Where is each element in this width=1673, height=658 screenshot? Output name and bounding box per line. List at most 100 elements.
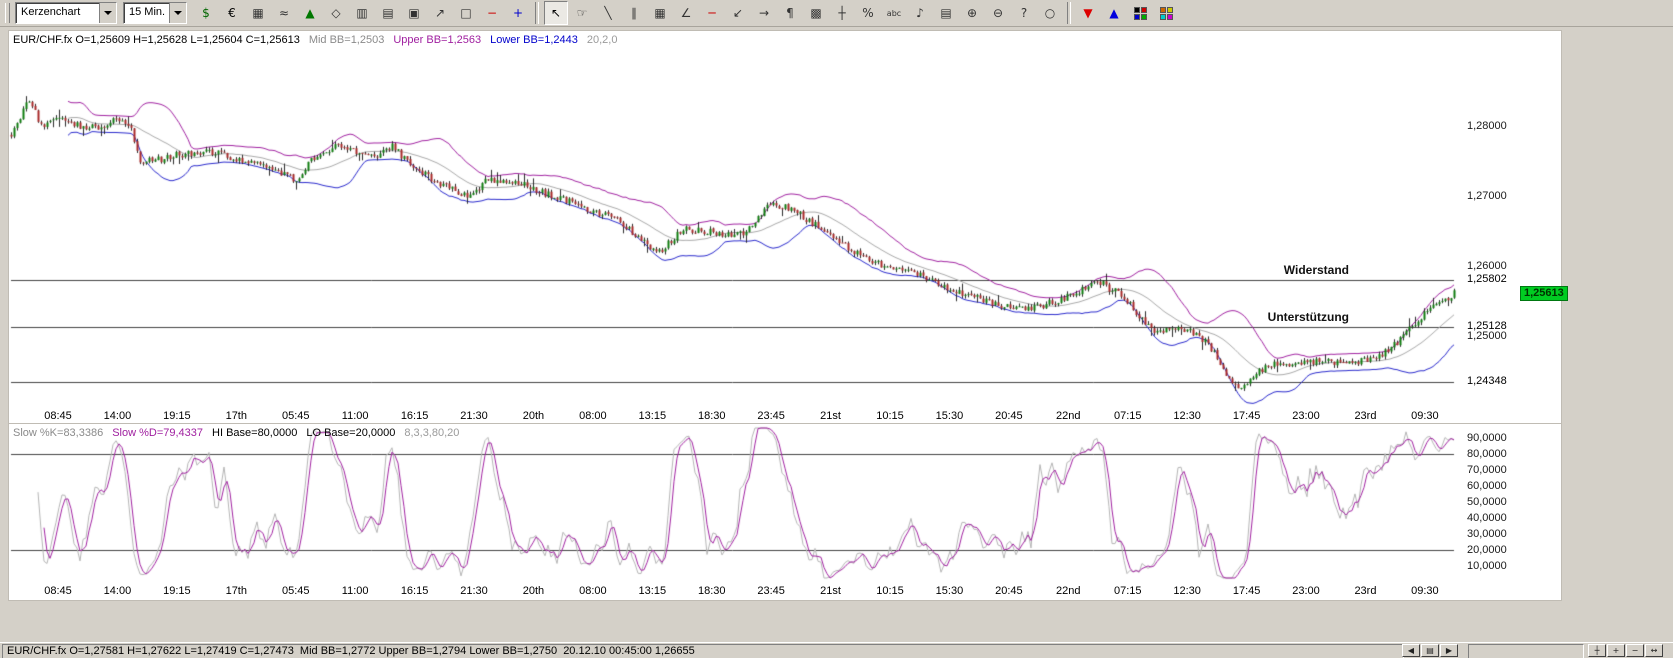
level-name-label[interactable]: Widerstand — [1159, 263, 1349, 277]
color-palette-2-icon[interactable] — [1154, 1, 1178, 25]
area-chart-icon[interactable]: ▲ — [298, 1, 322, 25]
crosshair-tool-icon[interactable]: ┼ — [830, 1, 854, 25]
time-label: 07:15 — [1114, 410, 1142, 422]
text-note-tool-icon[interactable]: ¶ — [778, 1, 802, 25]
time-label: 10:15 — [876, 410, 904, 422]
print-icon[interactable]: ▤ — [376, 1, 400, 25]
alert-bell-icon[interactable]: ♪ — [908, 1, 932, 25]
time-label: 23:00 — [1292, 410, 1320, 422]
abc-label-tool-icon[interactable]: abc — [882, 1, 906, 25]
status-text: EUR/CHF.fx O=1,27581 H=1,27622 L=1,27419… — [2, 644, 1404, 658]
time-label: 23:45 — [757, 585, 785, 597]
zoom-out-tool-icon[interactable]: ⊖ — [986, 1, 1010, 25]
stoch-scale-label: 20,0000 — [1467, 544, 1507, 556]
time-label: 19:15 — [163, 410, 191, 422]
header-segment: Upper BB=1,2563 — [393, 34, 481, 46]
fit-width-button[interactable]: ↔ — [1645, 644, 1663, 657]
price-scale-label: 1,28000 — [1467, 120, 1507, 132]
parallel-lines-tool-icon[interactable]: ∥ — [622, 1, 646, 25]
page-left-button[interactable]: ◀ — [1402, 644, 1420, 657]
new-window-icon[interactable]: □ — [454, 1, 478, 25]
time-label: 23:45 — [757, 410, 785, 422]
buy-arrow-icon[interactable]: ▲ — [1102, 1, 1126, 25]
time-label: 14:00 — [104, 410, 132, 422]
line-chart-icon[interactable]: ≈ — [272, 1, 296, 25]
stoch-scale-label: 90,0000 — [1467, 432, 1507, 444]
stoch-scale-label: 50,0000 — [1467, 496, 1507, 508]
time-label: 05:45 — [282, 585, 310, 597]
toolbar-grip[interactable] — [5, 3, 10, 23]
price-axis[interactable]: 1,280001,270001,260001,250001,258021,251… — [1464, 31, 1559, 423]
color-palette-1-icon[interactable] — [1128, 1, 1152, 25]
chart-type-combo[interactable]: Kerzenchart — [15, 2, 117, 24]
price-chart-pane[interactable]: EUR/CHF.fx O=1,25609 H=1,25628 L=1,25604… — [8, 30, 1562, 424]
timeframe-value: 15 Min. — [124, 3, 169, 23]
time-label: 09:30 — [1411, 410, 1439, 422]
time-label: 16:15 — [401, 585, 429, 597]
time-label: 20:45 — [995, 585, 1023, 597]
export-chart-icon[interactable]: ↗ — [428, 1, 452, 25]
level-name-label[interactable]: Unterstützung — [1159, 310, 1349, 324]
remove-item-icon[interactable]: − — [480, 1, 504, 25]
header-segment: HI Base=80,0000 — [212, 427, 297, 439]
pan-button[interactable]: ┼ — [1588, 644, 1606, 657]
save-icon[interactable]: ▣ — [402, 1, 426, 25]
percent-tool-icon[interactable]: % — [856, 1, 880, 25]
stochastic-time-axis[interactable]: 08:4514:0019:1517th05:4511:0016:1521:302… — [9, 584, 1464, 599]
angle-tool-icon[interactable]: ∠ — [674, 1, 698, 25]
timeframe-dropdown-icon[interactable] — [169, 3, 186, 23]
page-right-button[interactable]: ▶ — [1440, 644, 1458, 657]
time-label: 11:00 — [342, 585, 369, 597]
stochastic-pane[interactable]: Slow %K=83,3386Slow %D=79,4337HI Base=80… — [8, 423, 1562, 601]
sell-arrow-icon[interactable]: ▼ — [1076, 1, 1100, 25]
time-label: 08:00 — [579, 585, 607, 597]
header-segment: Slow %D=79,4337 — [112, 427, 203, 439]
chart-type-dropdown-icon[interactable] — [99, 3, 116, 23]
copy-icon[interactable]: ▥ — [350, 1, 374, 25]
stochastic-axis[interactable]: 90,000080,000070,000060,000050,000040,00… — [1464, 424, 1559, 600]
header-segment: LO Base=20,0000 — [306, 427, 395, 439]
price-level-value: 1,24348 — [1467, 375, 1507, 387]
symbol-currency-up-icon[interactable]: $ — [194, 1, 218, 25]
zoom-in-button[interactable]: + — [1607, 644, 1625, 657]
time-label: 22nd — [1056, 585, 1080, 597]
stoch-scale-label: 10,0000 — [1467, 560, 1507, 572]
timeframe-combo[interactable]: 15 Min. — [123, 2, 187, 24]
zoom-out-button[interactable]: − — [1626, 644, 1644, 657]
symbol-currency-down-icon[interactable]: € — [220, 1, 244, 25]
time-label: 17th — [226, 585, 247, 597]
price-chart-canvas[interactable] — [9, 31, 1459, 408]
arrow-right-tool-icon[interactable]: → — [752, 1, 776, 25]
time-label: 21:30 — [460, 585, 488, 597]
add-item-icon[interactable]: + — [506, 1, 530, 25]
toolbar-separator — [535, 2, 539, 24]
horizontal-line-tool-icon[interactable]: ─ — [700, 1, 724, 25]
keyboard-button[interactable]: ▤ — [1421, 644, 1439, 657]
pattern-tool-icon[interactable]: ▩ — [804, 1, 828, 25]
time-label: 20th — [523, 410, 544, 422]
grid-tool-icon[interactable]: ▦ — [648, 1, 672, 25]
squiggle-tool-icon[interactable]: ? — [1012, 1, 1036, 25]
ellipse-tool-icon[interactable]: ○ — [1038, 1, 1062, 25]
time-label: 05:45 — [282, 410, 310, 422]
time-label: 14:00 — [104, 585, 132, 597]
zoom-in-tool-icon[interactable]: ⊕ — [960, 1, 984, 25]
stochastic-canvas[interactable] — [9, 424, 1459, 582]
time-label: 23rd — [1354, 585, 1376, 597]
stoch-scale-label: 40,0000 — [1467, 512, 1507, 524]
arrow-down-tool-icon[interactable]: ↙ — [726, 1, 750, 25]
time-label: 17:45 — [1233, 585, 1261, 597]
status-bar: EUR/CHF.fx O=1,27581 H=1,27622 L=1,27419… — [0, 642, 1673, 658]
trendline-tool-icon[interactable]: ╲ — [596, 1, 620, 25]
time-label: 11:00 — [342, 410, 369, 422]
pointer-tool-icon[interactable]: ↖ — [544, 1, 568, 25]
price-level-value: 1,25128 — [1467, 320, 1507, 332]
time-label: 22nd — [1056, 410, 1080, 422]
time-label: 17:45 — [1233, 410, 1261, 422]
price-time-axis[interactable]: 08:4514:0019:1517th05:4511:0016:1521:302… — [9, 409, 1464, 424]
time-label: 08:00 — [579, 410, 607, 422]
notes-calculator-icon[interactable]: ▤ — [934, 1, 958, 25]
objects-icon[interactable]: ◇ — [324, 1, 348, 25]
hand-tool-icon[interactable]: ☞ — [570, 1, 594, 25]
quote-board-icon[interactable]: ▦ — [246, 1, 270, 25]
